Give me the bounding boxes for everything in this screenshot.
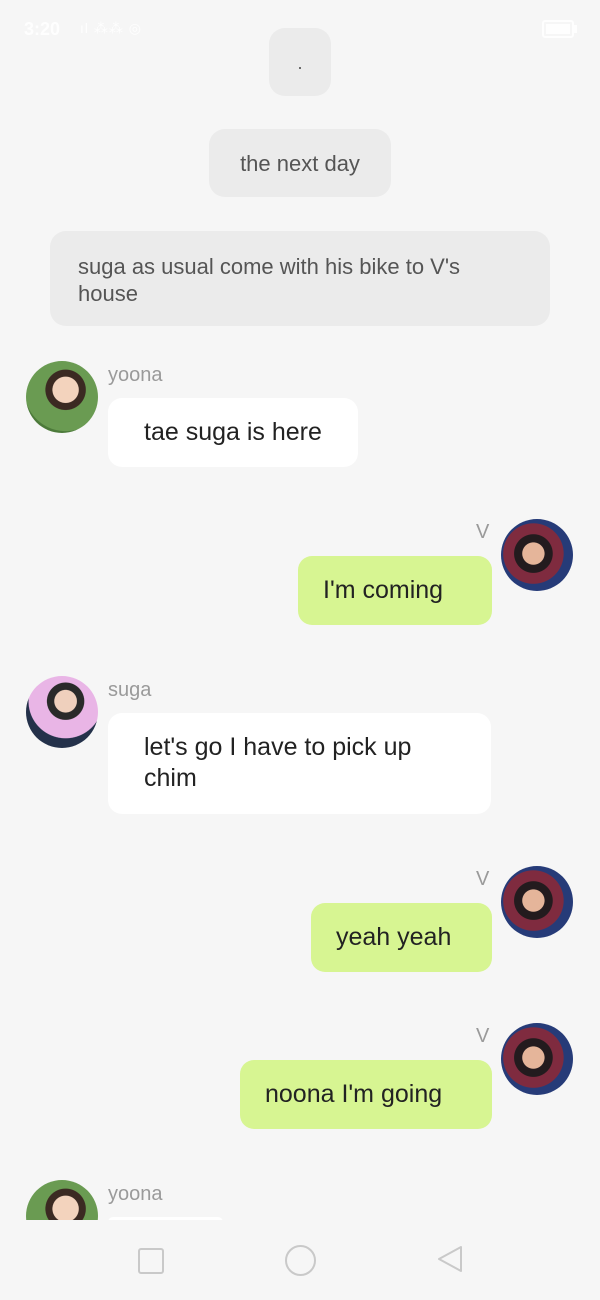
narration-note-story: suga as usual come with his bike to V's … bbox=[50, 231, 550, 326]
message-sender-v: V bbox=[476, 868, 490, 890]
message-bubble-5: noona I'm going bbox=[240, 1060, 492, 1129]
suga-avatar-icon[interactable] bbox=[26, 676, 98, 748]
v-avatar-icon[interactable] bbox=[501, 866, 573, 938]
navigation-bar bbox=[0, 1220, 600, 1300]
recent-apps-square-icon[interactable] bbox=[138, 1248, 164, 1274]
narration-note-next-day: the next day bbox=[209, 129, 391, 197]
message-sender-yoona: yoona bbox=[108, 1183, 163, 1205]
v-avatar-icon[interactable] bbox=[501, 519, 573, 591]
signal-icons: ıl ⁂⁂ ◎ bbox=[80, 20, 142, 36]
message-sender-suga: suga bbox=[108, 679, 152, 701]
back-triangle-icon[interactable] bbox=[436, 1244, 464, 1274]
yoona-avatar-icon[interactable] bbox=[26, 361, 98, 433]
narration-note-dot: . bbox=[269, 28, 331, 96]
status-time: 3:20 bbox=[24, 19, 61, 39]
message-sender-v: V bbox=[476, 521, 490, 543]
message-bubble-1: tae suga is here bbox=[108, 398, 358, 467]
battery-icon bbox=[542, 20, 577, 38]
message-bubble-3: let's go I have to pick up chim bbox=[108, 713, 491, 814]
message-bubble-4: yeah yeah bbox=[311, 903, 492, 972]
message-sender-v: V bbox=[476, 1025, 490, 1047]
message-sender-yoona: yoona bbox=[108, 364, 163, 386]
home-circle-icon[interactable] bbox=[285, 1245, 316, 1276]
message-bubble-2: I'm coming bbox=[298, 556, 492, 625]
v-avatar-icon[interactable] bbox=[501, 1023, 573, 1095]
